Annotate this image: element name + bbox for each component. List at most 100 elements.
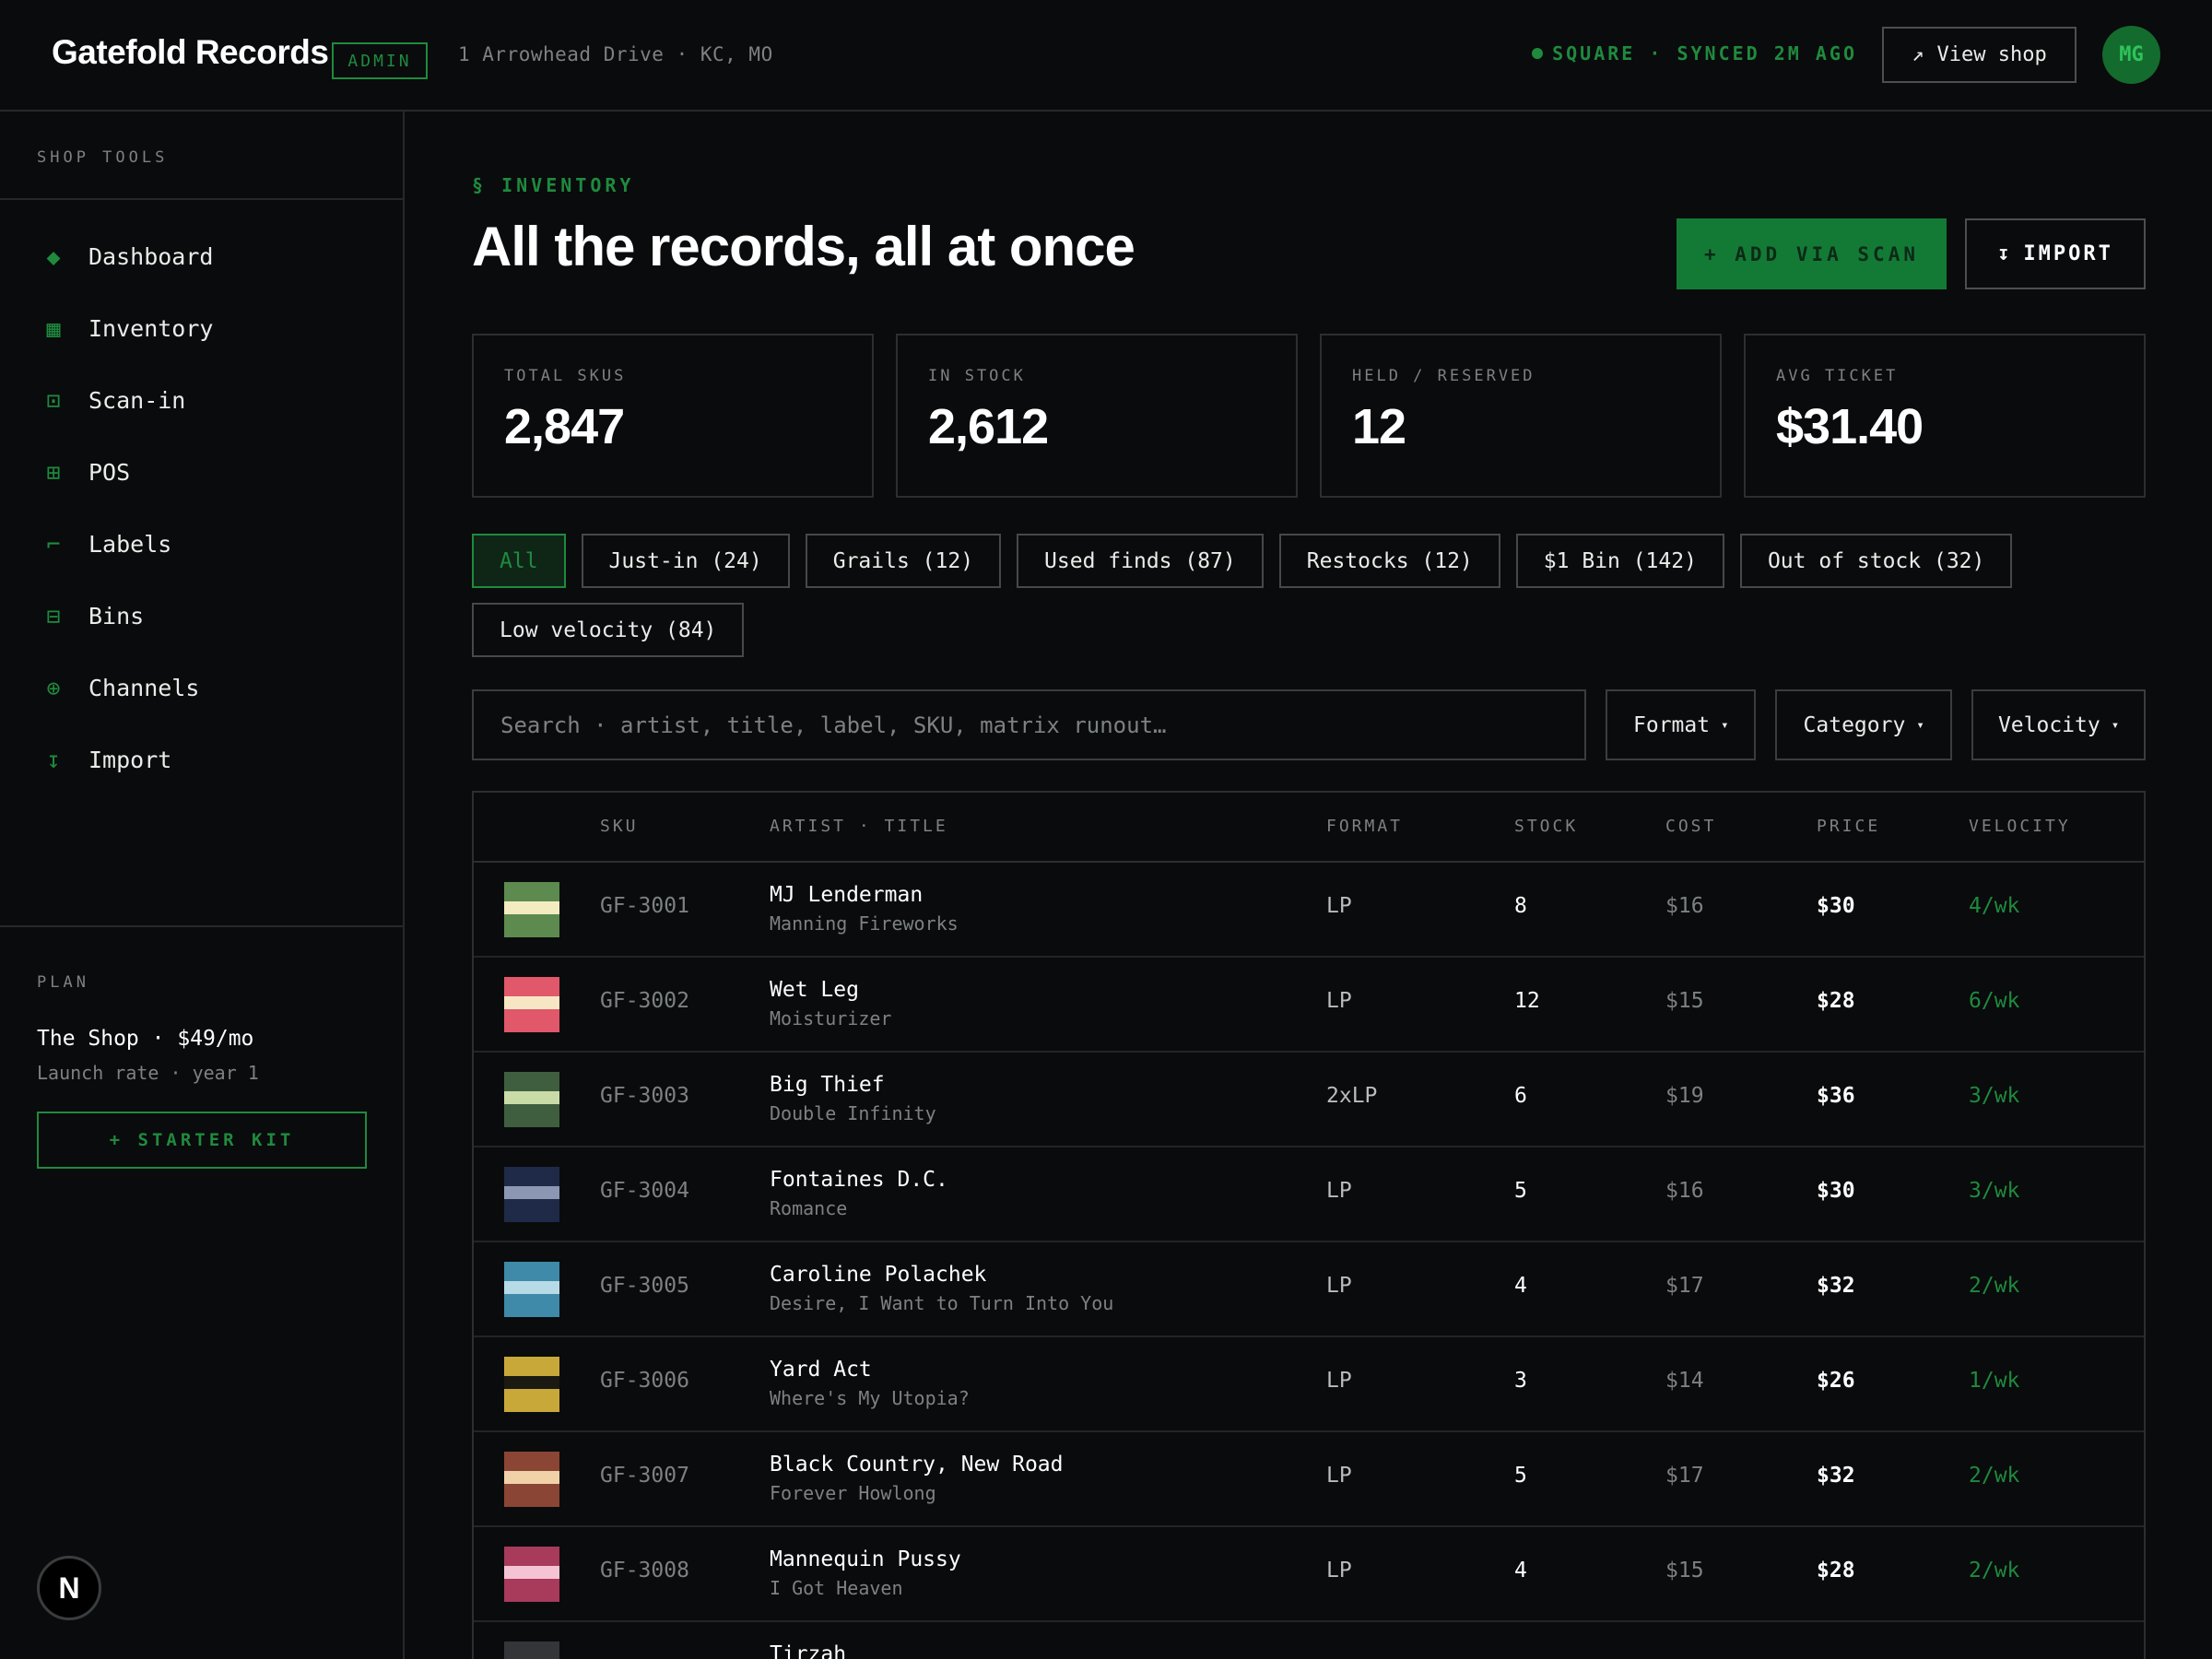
table-row[interactable]: GF-3001 MJ Lenderman Manning Fireworks LP 8 $… <box>474 863 2144 958</box>
sidebar-item-dashboard[interactable]: ◆ Dashboard <box>0 220 403 292</box>
stat-value: $31.40 <box>1776 399 1924 454</box>
cell-album: I Got Heaven <box>770 1577 903 1599</box>
chevron-down-icon: ▾ <box>1916 717 1924 733</box>
cell-cost: $19 <box>1665 1084 1704 1108</box>
column-header-format[interactable]: FORMAT <box>1326 817 1403 836</box>
table-row[interactable]: GF-3006 Yard Act Where's My Utopia? LP 3 $14 $… <box>474 1337 2144 1432</box>
stats-row: TOTAL SKUS 2,847 IN STOCK 2,612 HELD / R… <box>472 334 2146 498</box>
chip-just-in[interactable]: Just-in (24) <box>581 534 790 588</box>
brand-name[interactable]: Gatefold Records <box>52 33 329 72</box>
cell-stock: 3 <box>1514 1369 1527 1393</box>
cell-artist: Big Thief <box>770 1073 885 1097</box>
stat-value: 2,847 <box>504 399 625 454</box>
cell-velocity: 6/wk <box>1969 989 2020 1013</box>
cell-format: LP <box>1326 1369 1352 1393</box>
cell-artist: Mannequin Pussy <box>770 1547 961 1571</box>
column-header-artist-title[interactable]: ARTIST · TITLE <box>770 817 948 836</box>
cell-format: LP <box>1326 1274 1352 1298</box>
column-header-stock[interactable]: STOCK <box>1514 817 1578 836</box>
import-button[interactable]: ↧ IMPORT <box>1965 218 2146 289</box>
album-cover-swatch <box>504 1452 559 1507</box>
download-icon: ↧ <box>1997 242 2013 265</box>
sidebar-item-pos[interactable]: ⊞ POS <box>0 436 403 508</box>
sidebar-item-inventory[interactable]: ▦ Inventory <box>0 292 403 364</box>
search-input[interactable]: Search · artist, title, label, SKU, matr… <box>472 689 1587 760</box>
stat-card-held-reserved: HELD / RESERVED 12 <box>1320 334 1722 498</box>
sidebar-item-channels[interactable]: ⊕ Channels <box>0 652 403 724</box>
cell-album: Forever Howlong <box>770 1482 936 1504</box>
sidebar-item-import[interactable]: ↧ Import <box>0 724 403 795</box>
chip-restocks[interactable]: Restocks (12) <box>1278 534 1500 588</box>
import-icon: ↧ <box>46 746 61 773</box>
add-via-scan-button[interactable]: + ADD VIA SCAN <box>1677 218 1947 289</box>
column-header-price[interactable]: PRICE <box>1817 817 1880 836</box>
dropdown-label: Category <box>1803 712 1906 737</box>
chip-low-velocity[interactable]: Low velocity (84) <box>472 603 745 657</box>
chip-all[interactable]: All <box>472 534 566 588</box>
cell-format: 2xLP <box>1326 1084 1378 1108</box>
album-cover-band <box>504 1376 559 1389</box>
cell-artist-title: Tirzah <box>770 1642 846 1659</box>
chip-dollar-bin[interactable]: $1 Bin (142) <box>1515 534 1724 588</box>
category-dropdown[interactable]: Category ▾ <box>1775 689 1953 760</box>
view-shop-button[interactable]: ↗ View shop <box>1882 27 2077 83</box>
cell-stock: 12 <box>1514 989 1540 1013</box>
avatar[interactable]: MG <box>2102 26 2160 84</box>
cell-artist: Tirzah <box>770 1642 847 1659</box>
plan-label: PLAN <box>37 973 89 992</box>
table-row[interactable]: Tirzah <box>474 1622 2144 1659</box>
sidebar-item-label: Scan-in <box>88 386 186 414</box>
view-shop-label: View shop <box>1936 43 2047 66</box>
page-title: All the records, all at once <box>472 216 1135 277</box>
chip-used-finds[interactable]: Used finds (87) <box>1017 534 1264 588</box>
bin-icon: ⊟ <box>46 602 61 629</box>
sidebar: SHOP TOOLS ◆ Dashboard ▦ Inventory ⊡ Sca… <box>0 112 405 1659</box>
chevron-down-icon: ▾ <box>1721 717 1729 733</box>
cell-album: Double Infinity <box>770 1102 936 1124</box>
velocity-dropdown[interactable]: Velocity ▾ <box>1971 689 2146 760</box>
album-cover-band <box>504 1471 559 1484</box>
album-cover-band <box>504 1186 559 1199</box>
cell-artist-title: MJ Lenderman Manning Fireworks <box>770 883 959 935</box>
table-row[interactable]: GF-3008 Mannequin Pussy I Got Heaven LP 4 $15… <box>474 1527 2144 1622</box>
sidebar-item-labels[interactable]: ⌐ Labels <box>0 508 403 580</box>
table-header: SKU ARTIST · TITLE FORMAT STOCK COST PRI… <box>474 793 2144 863</box>
cell-artist-title: Mannequin Pussy I Got Heaven <box>770 1547 961 1599</box>
table-row[interactable]: GF-3002 Wet Leg Moisturizer LP 12 $15 $28 6/wk <box>474 958 2144 1053</box>
sidebar-item-bins[interactable]: ⊟ Bins <box>0 580 403 652</box>
cell-velocity: 2/wk <box>1969 1274 2020 1298</box>
column-header-velocity[interactable]: VELOCITY <box>1969 817 2071 836</box>
dropdown-label: Format <box>1633 712 1711 737</box>
column-header-cost[interactable]: COST <box>1665 817 1716 836</box>
table-row[interactable]: GF-3003 Big Thief Double Infinity 2xLP 6 $19 $… <box>474 1053 2144 1147</box>
table-row[interactable]: GF-3007 Black Country, New Road Forever Ho… <box>474 1432 2144 1527</box>
cell-velocity: 4/wk <box>1969 894 2020 918</box>
chip-out-of-stock[interactable]: Out of stock (32) <box>1739 534 2013 588</box>
cell-sku: GF-3006 <box>600 1369 689 1393</box>
cell-cost: $15 <box>1665 989 1704 1013</box>
table-row[interactable]: GF-3004 Fontaines D.C. Romance LP 5 $16 $30 3/w… <box>474 1147 2144 1242</box>
starter-kit-button[interactable]: + STARTER KIT <box>37 1112 367 1169</box>
stat-value: 2,612 <box>928 399 1049 454</box>
sidebar-item-scan-in[interactable]: ⊡ Scan-in <box>0 364 403 436</box>
stat-label: TOTAL SKUS <box>504 367 627 385</box>
cell-velocity: 2/wk <box>1969 1559 2020 1583</box>
cell-album: Romance <box>770 1197 848 1219</box>
format-dropdown[interactable]: Format ▾ <box>1606 689 1757 760</box>
cell-cost: $17 <box>1665 1274 1704 1298</box>
sidebar-item-label: Bins <box>88 602 145 629</box>
cell-artist: Caroline Polachek <box>770 1263 987 1287</box>
cell-stock: 5 <box>1514 1464 1527 1488</box>
label-icon: ⌐ <box>46 530 61 558</box>
cell-format: LP <box>1326 894 1352 918</box>
n-logo-icon[interactable]: N <box>37 1556 101 1620</box>
cell-sku: GF-3002 <box>600 989 689 1013</box>
column-header-sku[interactable]: SKU <box>600 817 639 836</box>
stat-card-avg-ticket: AVG TICKET $31.40 <box>1744 334 2146 498</box>
cell-stock: 8 <box>1514 894 1527 918</box>
cell-price: $30 <box>1817 894 1855 918</box>
table-row[interactable]: GF-3005 Caroline Polachek Desire, I Want t… <box>474 1242 2144 1337</box>
cell-sku: GF-3007 <box>600 1464 689 1488</box>
chip-grails[interactable]: Grails (12) <box>805 534 1002 588</box>
cell-format: LP <box>1326 1464 1352 1488</box>
